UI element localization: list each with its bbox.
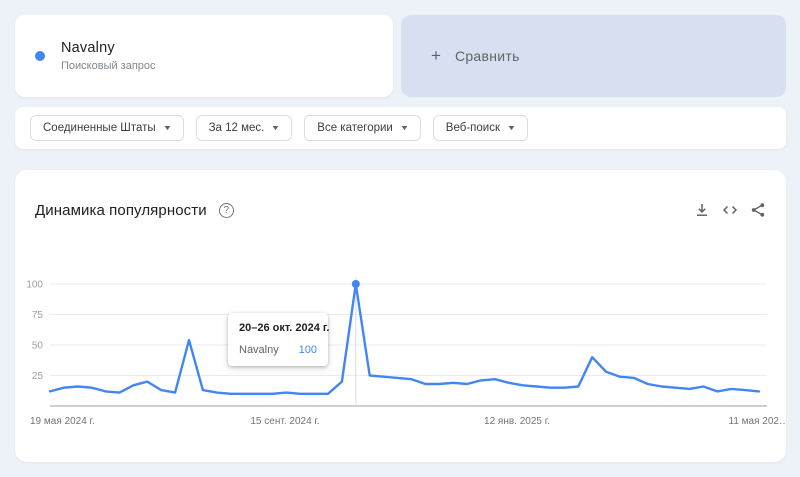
chevron-down-icon: ▼	[507, 125, 517, 132]
compare-button[interactable]: + Сравнить	[401, 15, 786, 97]
svg-text:75: 75	[32, 310, 44, 321]
chevron-down-icon: ▼	[162, 125, 172, 132]
search-term-subtitle: Поисковый запрос	[61, 60, 156, 72]
search-term-title: Navalny	[61, 40, 156, 56]
filter-bar: Соединенные Штаты ▼ За 12 мес. ▼ Все кат…	[15, 107, 786, 149]
search-term-text: Navalny Поисковый запрос	[61, 40, 156, 72]
compare-label: Сравнить	[455, 48, 520, 64]
help-icon[interactable]: ?	[219, 203, 234, 218]
svg-text:100: 100	[26, 280, 43, 291]
filter-searchtype-dropdown[interactable]: Веб-поиск ▼	[433, 115, 528, 141]
plus-icon: +	[431, 46, 441, 66]
chart-title: Динамика популярности	[35, 202, 207, 219]
svg-text:15 сент. 2024 г.: 15 сент. 2024 г.	[250, 416, 319, 427]
tooltip-term: Navalny	[239, 344, 279, 356]
trends-chart-svg[interactable]: 25 50 75 100 19 мая 2024 г. 15 сент. 2024 г. 1…	[15, 260, 786, 432]
filter-timerange-dropdown[interactable]: За 12 мес. ▼	[196, 115, 293, 141]
filter-category-dropdown[interactable]: Все категории ▼	[304, 115, 421, 141]
filter-searchtype-label: Веб-поиск	[446, 122, 500, 134]
filter-timerange-label: За 12 мес.	[209, 122, 265, 134]
svg-text:12 янв. 2025 г.: 12 янв. 2025 г.	[484, 416, 550, 427]
chevron-down-icon: ▼	[271, 125, 281, 132]
chart-header: Динамика популярности ?	[35, 198, 766, 222]
search-term-inner: Navalny Поисковый запрос	[15, 15, 393, 97]
svg-text:25: 25	[32, 371, 44, 382]
tooltip-row: Navalny 100	[239, 344, 317, 356]
share-icon[interactable]	[749, 202, 766, 219]
chevron-down-icon: ▼	[399, 125, 409, 132]
svg-text:11 мая 202…: 11 мая 202…	[729, 416, 786, 427]
filter-category-label: Все категории	[317, 122, 393, 134]
chart-tooltip: 20–26 окт. 2024 г. Navalny 100	[228, 313, 328, 366]
tooltip-value: 100	[299, 344, 317, 356]
download-icon[interactable]	[693, 202, 710, 219]
svg-text:19 мая 2024 г.: 19 мая 2024 г.	[30, 416, 95, 427]
tooltip-date: 20–26 окт. 2024 г.	[239, 322, 317, 334]
interest-over-time-card: Динамика популярности ?	[15, 170, 786, 462]
search-term-card[interactable]: Navalny Поисковый запрос	[15, 15, 393, 97]
chart-actions	[693, 202, 766, 219]
embed-icon[interactable]	[721, 202, 738, 219]
svg-text:50: 50	[32, 341, 44, 352]
filter-region-label: Соединенные Штаты	[43, 122, 156, 134]
series-color-dot-icon	[35, 51, 45, 61]
filter-region-dropdown[interactable]: Соединенные Штаты ▼	[30, 115, 184, 141]
